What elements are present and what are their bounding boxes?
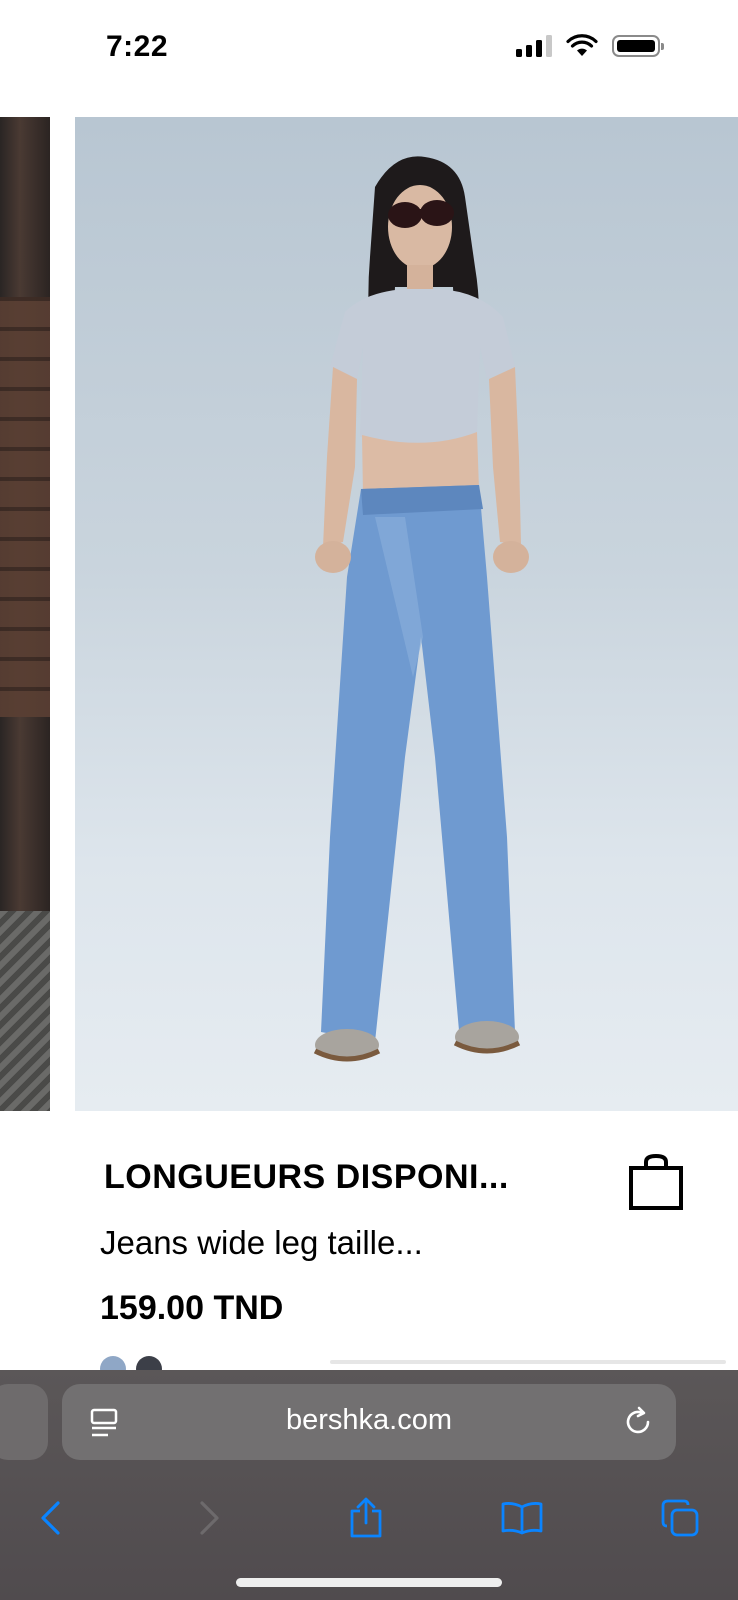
product-description[interactable]: Jeans wide leg taille... bbox=[100, 1224, 423, 1262]
product-price: 159.00 TND bbox=[100, 1289, 284, 1327]
home-indicator[interactable] bbox=[236, 1578, 502, 1587]
address-bar[interactable]: bershka.com bbox=[62, 1384, 676, 1460]
url-text: bershka.com bbox=[285, 1404, 452, 1436]
product-card-info[interactable]: LONGUEURS DISPONI... Jeans wide leg tail… bbox=[0, 1111, 738, 1382]
add-to-bag-button[interactable] bbox=[628, 1153, 684, 1211]
tabs-button[interactable] bbox=[650, 1488, 710, 1548]
status-bar: 7:22 bbox=[0, 0, 738, 100]
browser-nav-row bbox=[0, 1488, 738, 1558]
chevron-left-icon bbox=[41, 1501, 60, 1535]
tabs-icon bbox=[661, 1499, 699, 1537]
share-icon bbox=[350, 1497, 382, 1538]
product-title[interactable]: LONGUEURS DISPONI... bbox=[104, 1158, 564, 1197]
status-time: 7:22 bbox=[106, 30, 169, 63]
cellular-signal-icon bbox=[516, 35, 552, 57]
reload-icon[interactable] bbox=[622, 1406, 654, 1438]
product-photo-jeans-model bbox=[313, 156, 529, 1062]
bookmarks-button[interactable] bbox=[492, 1488, 552, 1548]
battery-icon bbox=[612, 35, 664, 57]
wifi-icon bbox=[566, 34, 598, 56]
product-image[interactable] bbox=[75, 117, 738, 1111]
book-icon bbox=[501, 1502, 543, 1535]
previous-tab-preview[interactable] bbox=[0, 1384, 48, 1460]
chevron-right-icon bbox=[200, 1501, 219, 1535]
product-image-previous[interactable] bbox=[0, 117, 50, 1111]
status-icons bbox=[516, 34, 664, 58]
carousel-progress-track bbox=[330, 1360, 726, 1364]
forward-button[interactable] bbox=[180, 1488, 240, 1548]
share-button[interactable] bbox=[336, 1488, 396, 1548]
back-button[interactable] bbox=[20, 1488, 80, 1548]
shopping-bag-icon bbox=[629, 1153, 683, 1210]
browser-toolbar: bershka.com bbox=[0, 1370, 738, 1600]
